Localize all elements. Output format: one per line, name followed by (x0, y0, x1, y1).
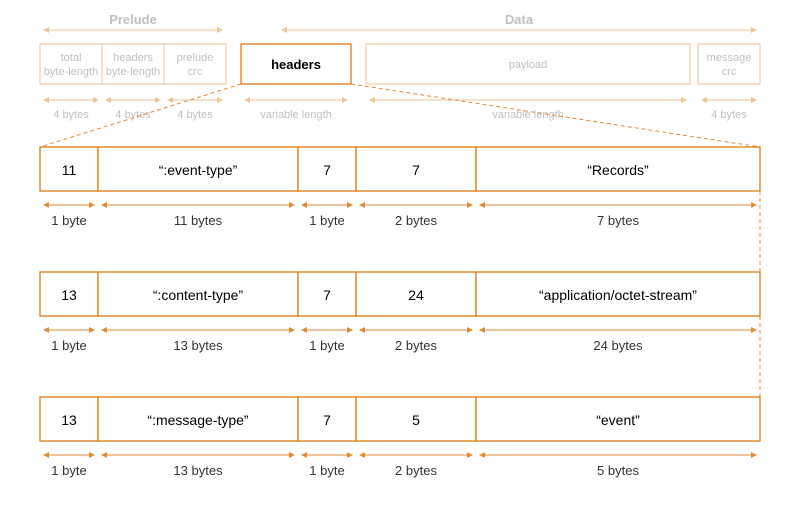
r3s1: 1 byte (51, 463, 86, 478)
size-b4a: 4 bytes (53, 109, 89, 121)
r2c5: “application/octet-stream” (539, 287, 697, 303)
field-hdrs-l2: byte-length (106, 66, 160, 78)
prelude-label: Prelude (109, 12, 157, 27)
r3c3: 7 (323, 412, 331, 428)
data-label: Data (505, 12, 534, 27)
top-sizes: 4 bytes 4 bytes 4 bytes variable length … (44, 100, 756, 121)
r1c2: “:event-type” (159, 162, 238, 178)
field-mcrc-l2: crc (722, 66, 737, 78)
field-total-l2: byte-length (44, 66, 98, 78)
r1s1: 1 byte (51, 213, 86, 228)
r3c5: “event” (596, 412, 640, 428)
field-total-l1: total (61, 52, 82, 64)
r1s3: 1 byte (309, 213, 344, 228)
r2s2: 13 bytes (173, 338, 223, 353)
r1s5: 7 bytes (597, 213, 639, 228)
size-b4d: 4 bytes (711, 109, 747, 121)
r2s3: 1 byte (309, 338, 344, 353)
r3s2: 13 bytes (173, 463, 223, 478)
size-b4b: 4 bytes (115, 109, 151, 121)
field-pcrc-l1: prelude (177, 52, 214, 64)
field-pcrc-l2: crc (188, 66, 203, 78)
layout-diagram: Prelude Data total byte-length headers b… (0, 0, 800, 510)
r3s4: 2 bytes (395, 463, 437, 478)
size-b4c: 4 bytes (177, 109, 213, 121)
size-var1: variable length (260, 109, 332, 121)
field-headers: headers (271, 57, 321, 72)
top-fields: total byte-length headers byte-length pr… (40, 44, 760, 84)
r3c1: 13 (61, 412, 77, 428)
row-message-type: 13 “:message-type” 7 5 “event” 1 byte 13… (40, 397, 760, 478)
r3s3: 1 byte (309, 463, 344, 478)
r1s4: 2 bytes (395, 213, 437, 228)
r1s2: 11 bytes (174, 213, 223, 228)
r2s4: 2 bytes (395, 338, 437, 353)
r1c5: “Records” (587, 162, 649, 178)
r3s5: 5 bytes (597, 463, 639, 478)
r2s5: 24 bytes (593, 338, 643, 353)
r2s1: 1 byte (51, 338, 86, 353)
row-event-type: 11 “:event-type” 7 7 “Records” 1 byte 11… (40, 147, 760, 228)
r2c2: “:content-type” (153, 287, 244, 303)
r1c1: 11 (62, 162, 77, 178)
r1c3: 7 (323, 162, 331, 178)
r2c3: 7 (323, 287, 331, 303)
r3c4: 5 (412, 412, 420, 428)
section-labels: Prelude Data (44, 12, 756, 30)
field-mcrc-l1: message (707, 52, 752, 64)
r3c2: “:message-type” (147, 412, 248, 428)
field-payload: payload (509, 59, 548, 71)
row-content-type: 13 “:content-type” 7 24 “application/oct… (40, 272, 760, 353)
r2c1: 13 (61, 287, 77, 303)
r1c4: 7 (412, 162, 420, 178)
field-hdrs-l1: headers (113, 52, 153, 64)
r2c4: 24 (408, 287, 424, 303)
expand-line-right (351, 84, 760, 147)
